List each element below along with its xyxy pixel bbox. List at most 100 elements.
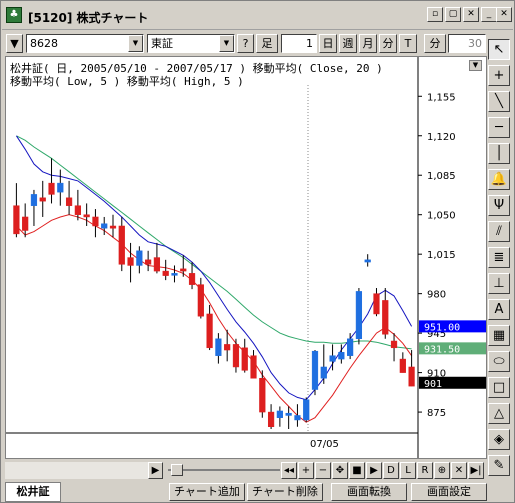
- eraser-icon[interactable]: ◈: [488, 429, 510, 450]
- candle-body[interactable]: [390, 340, 398, 349]
- close-small-icon[interactable]: ✕: [463, 7, 479, 22]
- ellipse-icon[interactable]: ⬭: [488, 351, 510, 372]
- help-button[interactable]: ?: [237, 34, 254, 53]
- candle-body[interactable]: [373, 293, 380, 315]
- candle-body[interactable]: [206, 313, 213, 349]
- candle-body[interactable]: [267, 411, 275, 427]
- tick-button[interactable]: T: [399, 34, 417, 53]
- candle-body[interactable]: [74, 205, 81, 215]
- add-chart-button[interactable]: チャート追加: [169, 483, 245, 501]
- zoom-out-icon[interactable]: −: [315, 462, 331, 479]
- candle-body[interactable]: [285, 412, 292, 416]
- triangle-icon[interactable]: △: [488, 403, 510, 424]
- vertical-line-icon[interactable]: │: [488, 143, 510, 164]
- candle-body[interactable]: [136, 250, 143, 266]
- play-icon[interactable]: ▶: [366, 462, 382, 479]
- menu-dropdown-button[interactable]: ▼: [6, 34, 23, 53]
- market-combo[interactable]: 東証 ▼: [147, 34, 235, 53]
- candle-body[interactable]: [250, 355, 257, 379]
- period-week-button[interactable]: 週: [339, 34, 357, 53]
- alert-bell-icon[interactable]: 🔔: [488, 169, 510, 190]
- candle-body[interactable]: [171, 273, 178, 276]
- zoom-slider-track[interactable]: [168, 469, 280, 471]
- draw-d-button[interactable]: D: [383, 462, 399, 479]
- pencil-icon[interactable]: ✎: [488, 455, 510, 476]
- zoom-in-icon[interactable]: +: [298, 462, 314, 479]
- period-day-button[interactable]: 日: [319, 34, 337, 53]
- restore-icon[interactable]: ▫: [427, 7, 443, 22]
- scroll-end-icon[interactable]: ▶|: [468, 462, 484, 479]
- candle-body[interactable]: [329, 355, 336, 362]
- fork-icon[interactable]: Ψ: [488, 195, 510, 216]
- candle-body[interactable]: [215, 338, 222, 356]
- candle-body[interactable]: [303, 399, 310, 421]
- draw-r-button[interactable]: R: [417, 462, 433, 479]
- candle-body[interactable]: [65, 197, 73, 206]
- chart-panel[interactable]: 松井証( 日, 2005/05/10 - 2007/05/17 ) 移動平均( …: [5, 56, 487, 459]
- trendline-icon[interactable]: ╲: [488, 91, 510, 112]
- candle-body[interactable]: [347, 338, 354, 356]
- candle-body[interactable]: [382, 300, 389, 335]
- candle-body[interactable]: [408, 366, 415, 387]
- candle-body[interactable]: [276, 410, 283, 418]
- candle-body[interactable]: [162, 270, 169, 276]
- pointer-icon[interactable]: ↖: [488, 39, 510, 60]
- candle-body[interactable]: [294, 415, 301, 421]
- candle-body[interactable]: [145, 259, 152, 265]
- stop-icon[interactable]: ■: [349, 462, 365, 479]
- switch-screen-button[interactable]: 画面転換: [331, 483, 407, 501]
- candle-body[interactable]: [399, 358, 406, 373]
- candle-body[interactable]: [338, 352, 345, 360]
- candle-body[interactable]: [232, 344, 240, 368]
- candle-body[interactable]: [355, 291, 363, 340]
- candle-body[interactable]: [101, 223, 108, 229]
- maximize-icon[interactable]: ▢: [445, 7, 461, 22]
- candle-body[interactable]: [39, 197, 46, 202]
- parallel-lines-icon[interactable]: ⫽: [488, 221, 510, 242]
- scroll-start-icon[interactable]: ◂◂: [281, 462, 297, 479]
- horizontal-line-icon[interactable]: ─: [488, 117, 510, 138]
- grid-tool-icon[interactable]: ▦: [488, 325, 510, 346]
- candle-body[interactable]: [188, 273, 196, 285]
- draw-l-button[interactable]: L: [400, 462, 416, 479]
- price-chart[interactable]: 07/051,1551,1201,0851,0501,0159809459108…: [6, 57, 486, 458]
- candle-body[interactable]: [180, 268, 187, 272]
- candle-body[interactable]: [118, 225, 125, 265]
- period-icon[interactable]: ⊥: [488, 273, 510, 294]
- candle-body[interactable]: [92, 216, 99, 227]
- crosshair-icon[interactable]: +: [488, 65, 510, 86]
- candle-body[interactable]: [57, 182, 64, 193]
- bar-count-input[interactable]: 1: [281, 34, 317, 53]
- candle-body[interactable]: [13, 205, 20, 235]
- rectangle-icon[interactable]: □: [488, 377, 510, 398]
- zoom-slider-knob[interactable]: [171, 464, 183, 476]
- candle-body[interactable]: [241, 347, 248, 371]
- candle-body[interactable]: [364, 259, 371, 263]
- tab-matsui[interactable]: 松井証: [5, 482, 61, 502]
- delete-chart-button[interactable]: チャート削除: [247, 483, 323, 501]
- text-tool-icon[interactable]: A: [488, 299, 510, 320]
- screen-settings-button[interactable]: 画面設定: [411, 483, 487, 501]
- clear-icon[interactable]: ✕: [451, 462, 467, 479]
- chevron-down-icon[interactable]: ▼: [219, 35, 234, 52]
- candle-body[interactable]: [259, 377, 266, 413]
- candle-body[interactable]: [22, 216, 29, 231]
- period-month-button[interactable]: 月: [359, 34, 377, 53]
- minute-button[interactable]: 分: [424, 34, 446, 53]
- close-button[interactable]: ✕: [496, 7, 512, 22]
- fibonacci-icon[interactable]: ≣: [488, 247, 510, 268]
- candle-body[interactable]: [320, 366, 327, 379]
- candle-body[interactable]: [30, 194, 38, 206]
- candle-body[interactable]: [83, 214, 90, 218]
- candle-body[interactable]: [224, 344, 231, 351]
- minute-value-input[interactable]: 30: [448, 34, 486, 53]
- magnify-icon[interactable]: ⊕: [434, 462, 450, 479]
- minute-label-button[interactable]: 分: [379, 34, 397, 53]
- candle-body[interactable]: [197, 284, 204, 317]
- candle-body[interactable]: [153, 257, 161, 272]
- pan-icon[interactable]: ✥: [332, 462, 348, 479]
- candle-body[interactable]: [127, 257, 134, 266]
- scroll-right-icon[interactable]: ▶: [148, 462, 163, 479]
- candle-body[interactable]: [311, 350, 319, 390]
- candle-body[interactable]: [48, 182, 55, 195]
